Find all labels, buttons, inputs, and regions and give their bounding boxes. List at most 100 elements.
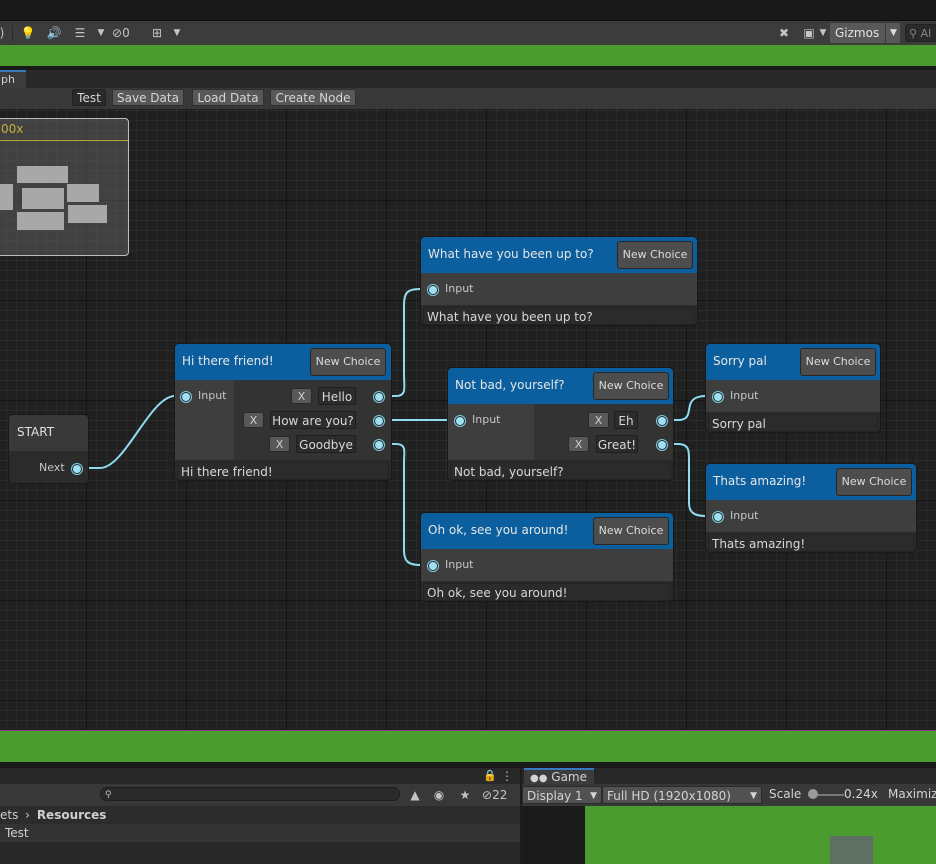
start-node[interactable]: START Next [8, 414, 89, 484]
resolution-select[interactable]: Full HD (1920x1080) ▼ [602, 786, 762, 804]
input-label: Input [445, 282, 474, 295]
input-port[interactable] [456, 417, 464, 425]
node-ports: Input [421, 273, 697, 305]
dialogue-text-field[interactable]: Hi there friend! [177, 462, 389, 480]
new-choice-button[interactable]: New Choice [593, 517, 669, 545]
choice-output-port[interactable] [375, 417, 383, 425]
node-title: Sorry pal [713, 354, 767, 368]
remove-choice-button[interactable]: X [568, 436, 589, 452]
new-choice-button[interactable]: New Choice [310, 348, 386, 376]
dialogue-node-hi[interactable]: Hi there friend! New Choice Input X Hell… [174, 343, 392, 481]
dialogue-node-sorry[interactable]: Sorry pal New Choice Input Sorry pal [705, 343, 881, 433]
input-port[interactable] [182, 393, 190, 401]
minimap[interactable]: 00x [0, 118, 129, 256]
input-port[interactable] [714, 513, 722, 521]
input-port[interactable] [429, 562, 437, 570]
list-item[interactable]: Test [0, 824, 520, 842]
chevron-down-icon: ▼ [590, 791, 597, 801]
choice-field[interactable]: Eh [614, 411, 638, 429]
wire-start-to-hi [76, 395, 186, 469]
dialogue-node-notbad[interactable]: Not bad, yourself? New Choice Input X Eh… [447, 367, 674, 481]
choice-output-port[interactable] [375, 441, 383, 449]
node-header: Thats amazing! New Choice [706, 464, 916, 500]
tab-label: Game [551, 770, 588, 784]
node-ports: Input [706, 500, 916, 532]
display-select[interactable]: Display 1 ▼ [522, 786, 602, 804]
resolution-value: Full HD (1920x1080) [607, 789, 731, 803]
choice-output-port[interactable] [375, 393, 383, 401]
breadcrumb-current[interactable]: Resources [37, 808, 107, 822]
input-label: Input [472, 413, 501, 426]
hidden-packages-toggle[interactable]: ⊘22 [482, 785, 520, 805]
filter-by-label-icon[interactable]: ◉ [430, 785, 448, 805]
node-title: Thats amazing! [713, 474, 807, 488]
dialogue-node-ohok[interactable]: Oh ok, see you around! New Choice Input … [420, 512, 674, 602]
scale-value: 0.24x [844, 787, 878, 801]
node-title: Not bad, yourself? [455, 378, 565, 392]
start-node-title: START [17, 425, 55, 439]
maximize-on-play-button[interactable]: Maximiz [888, 787, 936, 801]
start-node-header: START [9, 415, 88, 451]
new-choice-button[interactable]: New Choice [800, 348, 876, 376]
dialogue-text-field[interactable]: Sorry pal [708, 414, 878, 432]
dialogue-node-amazing[interactable]: Thats amazing! New Choice Input Thats am… [705, 463, 917, 553]
minimap-divider [0, 140, 128, 141]
scale-slider-handle[interactable] [808, 789, 818, 799]
lock-icon[interactable]: 🔒 [482, 766, 498, 786]
node-header: Sorry pal New Choice [706, 344, 880, 380]
node-title: Oh ok, see you around! [428, 523, 569, 537]
node-title: What have you been up to? [428, 247, 594, 261]
choice-field[interactable]: How are you? [270, 411, 356, 429]
game-panel: ●● Game Display 1 ▼ Full HD (1920x1080) … [522, 768, 936, 864]
hidden-eye-icon: ⊘ [482, 788, 493, 802]
choice-output-port[interactable] [658, 441, 666, 449]
choice-field[interactable]: Hello [318, 387, 356, 405]
dialogue-text-field[interactable]: Oh ok, see you around! [423, 583, 671, 601]
minimap-node [68, 205, 107, 223]
scene-view-bottom[interactable] [0, 730, 936, 762]
input-label: Input [198, 389, 227, 402]
minimap-node [0, 184, 13, 210]
minimap-node [67, 184, 99, 202]
remove-choice-button[interactable]: X [243, 412, 264, 428]
choice-field[interactable]: Great! [596, 435, 638, 453]
choice-field[interactable]: Goodbye [296, 435, 356, 453]
project-search-input[interactable]: ⚲ [100, 787, 400, 801]
project-panel: 🔒 ⋮ ⚲ ▲ ◉ ★ ⊘22 ets › Resources Test [0, 768, 520, 864]
new-choice-button[interactable]: New Choice [593, 372, 669, 400]
node-header: Oh ok, see you around! New Choice [421, 513, 673, 549]
list-item-label: Test [5, 826, 29, 840]
input-port[interactable] [429, 286, 437, 294]
node-ports: Input [706, 380, 880, 412]
node-title: Hi there friend! [182, 354, 274, 368]
minimap-node [22, 188, 64, 209]
input-port[interactable] [714, 393, 722, 401]
dialogue-text-field[interactable]: What have you been up to? [423, 307, 695, 325]
new-choice-button[interactable]: New Choice [836, 468, 912, 496]
node-header: Not bad, yourself? New Choice [448, 368, 673, 404]
filter-by-type-icon[interactable]: ▲ [406, 785, 424, 805]
node-ports: Input [421, 549, 673, 581]
breadcrumb-parent[interactable]: ets [0, 808, 18, 822]
chevron-down-icon: ▼ [750, 791, 757, 801]
gamepad-icon: ●● [530, 773, 548, 784]
game-view[interactable] [522, 806, 936, 864]
game-toolbar: Display 1 ▼ Full HD (1920x1080) ▼ Scale … [522, 784, 936, 807]
input-label: Input [730, 389, 759, 402]
remove-choice-button[interactable]: X [291, 388, 312, 404]
start-next-port[interactable] [73, 465, 81, 473]
new-choice-button[interactable]: New Choice [617, 241, 693, 269]
favorite-star-icon[interactable]: ★ [456, 785, 474, 805]
node-header: Hi there friend! New Choice [175, 344, 391, 380]
dialogue-text-field[interactable]: Not bad, yourself? [450, 462, 671, 480]
node-header: What have you been up to? New Choice [421, 237, 697, 273]
dialogue-node-what[interactable]: What have you been up to? New Choice Inp… [420, 236, 698, 326]
remove-choice-button[interactable]: X [269, 436, 290, 452]
remove-choice-button[interactable]: X [588, 412, 609, 428]
dialogue-text-field[interactable]: Thats amazing! [708, 534, 914, 552]
more-options-icon[interactable]: ⋮ [500, 766, 514, 786]
node-ports: Input X Hello X How are you? X Goodbye [175, 380, 391, 460]
input-label: Input [445, 558, 474, 571]
minimap-zoom-label: 00x [1, 122, 24, 136]
choice-output-port[interactable] [658, 417, 666, 425]
